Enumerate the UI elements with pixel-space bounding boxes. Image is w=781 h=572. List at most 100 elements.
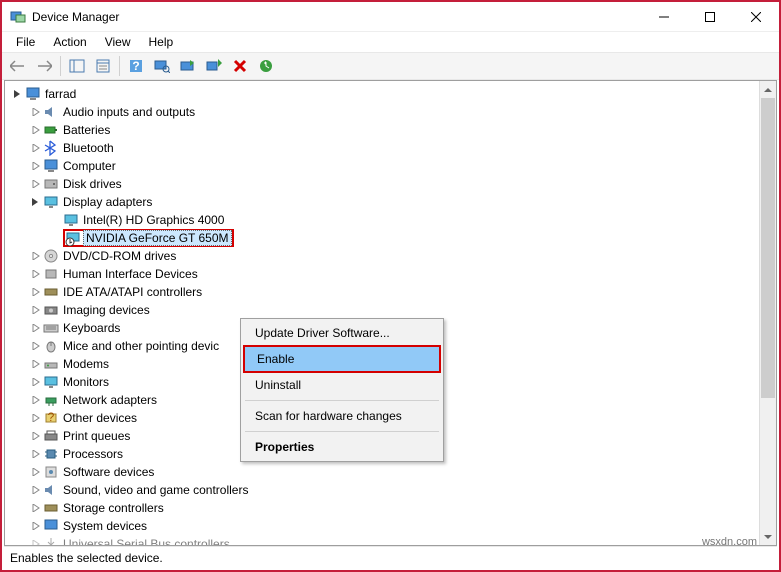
tree-leaf[interactable]: Intel(R) HD Graphics 4000 [7,211,774,229]
disk-icon [43,176,59,192]
sound-icon [43,482,59,498]
modem-icon [43,356,59,372]
context-menu: Update Driver Software... Enable Uninsta… [240,318,444,462]
collapse-arrow-icon[interactable] [29,375,43,389]
collapse-arrow-icon[interactable] [29,303,43,317]
menu-action[interactable]: Action [45,33,94,51]
printer-icon [43,428,59,444]
help-button[interactable]: ? [124,54,148,78]
tree-node[interactable]: DVD/CD-ROM drives [7,247,774,265]
scan-changes-button[interactable] [254,54,278,78]
properties-button[interactable] [91,54,115,78]
tree-node[interactable]: Computer [7,157,774,175]
tree-node[interactable]: System devices [7,517,774,535]
minimize-button[interactable] [641,2,687,32]
toolbar-separator [119,56,120,76]
collapse-arrow-icon[interactable] [29,105,43,119]
mouse-icon [43,338,59,354]
device-tree[interactable]: farrad Audio inputs and outputs Batterie… [5,81,776,546]
collapse-arrow-icon[interactable] [29,393,43,407]
system-icon [43,518,59,534]
scan-hardware-button[interactable] [150,54,174,78]
tree-node[interactable]: Disk drives [7,175,774,193]
context-menu-enable[interactable]: Enable [245,347,439,371]
tree-root[interactable]: farrad [7,85,774,103]
computer-icon [25,86,41,102]
collapse-arrow-icon[interactable] [29,447,43,461]
enable-button[interactable] [202,54,226,78]
menu-file[interactable]: File [8,33,43,51]
collapse-arrow-icon[interactable] [29,177,43,191]
collapse-arrow-icon[interactable] [29,285,43,299]
display-icon [43,194,59,210]
collapse-arrow-icon[interactable] [29,141,43,155]
software-icon [43,464,59,480]
ide-icon [43,284,59,300]
tree-node-display-adapters[interactable]: Display adapters [7,193,774,211]
collapse-arrow-icon[interactable] [29,159,43,173]
scrollbar-thumb[interactable] [761,98,775,398]
expand-arrow-icon[interactable] [29,195,43,209]
usb-icon [43,536,59,546]
menu-help[interactable]: Help [141,33,182,51]
monitor-icon [43,374,59,390]
show-hide-tree-button[interactable] [65,54,89,78]
root-label: farrad [43,87,78,101]
back-button[interactable] [6,54,30,78]
menubar: File Action View Help [2,32,779,52]
collapse-arrow-icon[interactable] [29,123,43,137]
update-driver-button[interactable] [176,54,200,78]
collapse-arrow-icon[interactable] [29,411,43,425]
maximize-button[interactable] [687,2,733,32]
collapse-arrow-icon[interactable] [29,519,43,533]
collapse-arrow-icon[interactable] [29,339,43,353]
tree-node[interactable]: Imaging devices [7,301,774,319]
forward-button[interactable] [32,54,56,78]
tree-node[interactable]: Sound, video and game controllers [7,481,774,499]
network-icon [43,392,59,408]
collapse-arrow-icon[interactable] [29,357,43,371]
collapse-arrow-icon[interactable] [29,267,43,281]
tree-node[interactable]: Batteries [7,121,774,139]
scroll-down-button[interactable] [760,528,776,545]
collapse-arrow-icon[interactable] [29,321,43,335]
context-menu-separator [245,400,439,401]
selected-node-label: NVIDIA GeForce GT 650M [83,230,232,246]
tree-node[interactable]: Software devices [7,463,774,481]
statusbar: Enables the selected device. [4,546,777,568]
context-menu-separator [245,431,439,432]
tree-node[interactable]: Universal Serial Bus controllers [7,535,774,546]
bluetooth-icon [43,140,59,156]
context-menu-uninstall[interactable]: Uninstall [243,373,441,397]
tree-node[interactable]: IDE ATA/ATAPI controllers [7,283,774,301]
uninstall-button[interactable] [228,54,252,78]
context-menu-properties[interactable]: Properties [243,435,441,459]
collapse-arrow-icon[interactable] [29,483,43,497]
expand-arrow-icon[interactable] [11,87,25,101]
window-title: Device Manager [32,10,119,24]
vertical-scrollbar[interactable] [759,81,776,545]
context-menu-update-driver[interactable]: Update Driver Software... [243,321,441,345]
context-menu-scan-hardware[interactable]: Scan for hardware changes [243,404,441,428]
camera-icon [43,302,59,318]
toolbar-separator [60,56,61,76]
hid-icon [43,266,59,282]
collapse-arrow-icon[interactable] [29,465,43,479]
tree-node[interactable]: Audio inputs and outputs [7,103,774,121]
menu-view[interactable]: View [97,33,139,51]
tree-node[interactable]: Bluetooth [7,139,774,157]
toolbar: ? [2,52,779,80]
scroll-up-button[interactable] [760,81,776,98]
collapse-arrow-icon[interactable] [29,249,43,263]
collapse-arrow-icon[interactable] [29,429,43,443]
collapse-arrow-icon[interactable] [29,501,43,515]
keyboard-icon [43,320,59,336]
tree-node[interactable]: Human Interface Devices [7,265,774,283]
collapse-arrow-icon[interactable] [29,537,43,546]
computer-icon [43,158,59,174]
close-button[interactable] [733,2,779,32]
tree-leaf-selected[interactable]: NVIDIA GeForce GT 650M [7,229,774,247]
audio-icon [43,104,59,120]
tree-node[interactable]: Storage controllers [7,499,774,517]
display-icon [63,212,79,228]
